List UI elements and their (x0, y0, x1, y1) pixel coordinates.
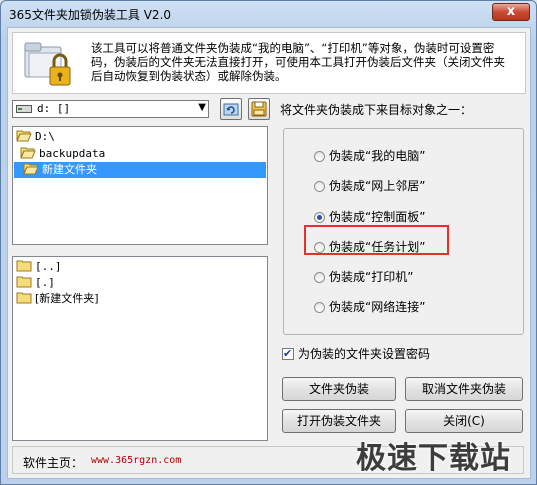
tree-item-root[interactable]: D:\ (16, 129, 55, 145)
open-folder-icon (23, 163, 39, 175)
open-folder-icon (16, 130, 32, 142)
drive-select[interactable]: d: [] ▼ (12, 100, 209, 118)
password-checkbox[interactable] (282, 346, 294, 362)
radio-dot[interactable] (314, 181, 325, 192)
tree-item-label: 新建文件夹 (42, 163, 97, 176)
folder-icon (16, 276, 32, 288)
list-item[interactable]: [.] (16, 275, 55, 291)
list-item-label: [..] (35, 260, 62, 273)
option-my-computer[interactable]: 伪装成“我的电脑” (314, 148, 425, 164)
option-label: 伪装成“我的电脑” (329, 149, 426, 163)
tree-item-selected[interactable]: 新建文件夹 (14, 162, 266, 178)
option-label: 伪装成“控制面板” (329, 210, 426, 224)
folder-icon (16, 292, 32, 304)
undisguise-folder-button[interactable]: 取消文件夹伪装 (405, 377, 523, 401)
folder-tree[interactable]: D:\ backupdata 新建文件夹 (12, 126, 268, 245)
header-panel: 该工具可以将普通文件夹伪装成“我的电脑”、“打印机”等对象，伪装时可设置密码，伪… (12, 32, 526, 94)
target-options-group: 伪装成“我的电脑” 伪装成“网上邻居” 伪装成“控制面板” 伪装成“任务计划” … (283, 128, 524, 335)
option-label: 伪装成“打印机” (329, 270, 414, 284)
highlight-box (304, 225, 449, 255)
tree-item-label: backupdata (39, 147, 106, 160)
file-list[interactable]: [..] [.] [新建文件夹] (12, 256, 268, 441)
disk-icon (251, 101, 267, 117)
refresh-button[interactable] (220, 98, 242, 120)
watermark: 极速下载站 (356, 441, 511, 476)
description-text: 该工具可以将普通文件夹伪装成“我的电脑”、“打印机”等对象，伪装时可设置密码，伪… (91, 41, 505, 83)
list-item-label: [新建文件夹] (35, 292, 99, 305)
refresh-folder-icon (223, 103, 239, 116)
option-control-panel[interactable]: 伪装成“控制面板” (314, 209, 425, 225)
option-printer[interactable]: 伪装成“打印机” (314, 269, 413, 285)
radio-dot-selected[interactable] (314, 212, 325, 223)
option-label: 伪装成“网络连接” (329, 300, 426, 314)
disguise-folder-button[interactable]: 文件夹伪装 (282, 377, 396, 401)
save-button[interactable] (248, 98, 270, 120)
password-checkbox-label: 为伪装的文件夹设置密码 (298, 347, 431, 361)
tree-item-label: D:\ (35, 130, 55, 143)
radio-dot[interactable] (314, 151, 325, 162)
drive-icon (16, 105, 32, 113)
option-network-neighborhood[interactable]: 伪装成“网上邻居” (314, 178, 425, 194)
open-disguised-folder-button[interactable]: 打开伪装文件夹 (282, 409, 396, 433)
tree-item-backupdata[interactable]: backupdata (20, 146, 105, 162)
close-button[interactable]: 关闭(C) (405, 409, 523, 433)
drive-select-value: d: [] (37, 102, 71, 115)
client-area: 该工具可以将普通文件夹伪装成“我的电脑”、“打印机”等对象，伪装时可设置密码，伪… (7, 27, 531, 479)
folder-icon (16, 260, 32, 272)
app-window: 365文件夹加锁伪装工具 V2.0 x 该工具可以将普通文件夹伪装成“我的电脑”… (0, 0, 537, 485)
homepage-label: 软件主页： (23, 456, 84, 470)
locked-folder-icon (24, 42, 71, 86)
list-item[interactable]: [新建文件夹] (16, 291, 99, 307)
dropdown-arrow-icon[interactable]: ▼ (198, 102, 206, 113)
window-title: 365文件夹加锁伪装工具 V2.0 (9, 8, 172, 22)
open-folder-icon (20, 147, 36, 159)
radio-dot[interactable] (314, 272, 325, 283)
option-label: 伪装成“网上邻居” (329, 179, 426, 193)
password-option[interactable]: 为伪装的文件夹设置密码 (282, 346, 430, 362)
close-window-button[interactable]: x (492, 3, 530, 21)
target-object-label: 将文件夹伪装成下来目标对象之一： (280, 103, 473, 117)
list-item[interactable]: [..] (16, 259, 62, 275)
homepage-link[interactable]: www.365rgzn.com (91, 455, 181, 466)
radio-dot[interactable] (314, 302, 325, 313)
title-bar[interactable]: 365文件夹加锁伪装工具 V2.0 x (1, 1, 536, 25)
option-network-connections[interactable]: 伪装成“网络连接” (314, 299, 425, 315)
list-item-label: [.] (35, 276, 55, 289)
